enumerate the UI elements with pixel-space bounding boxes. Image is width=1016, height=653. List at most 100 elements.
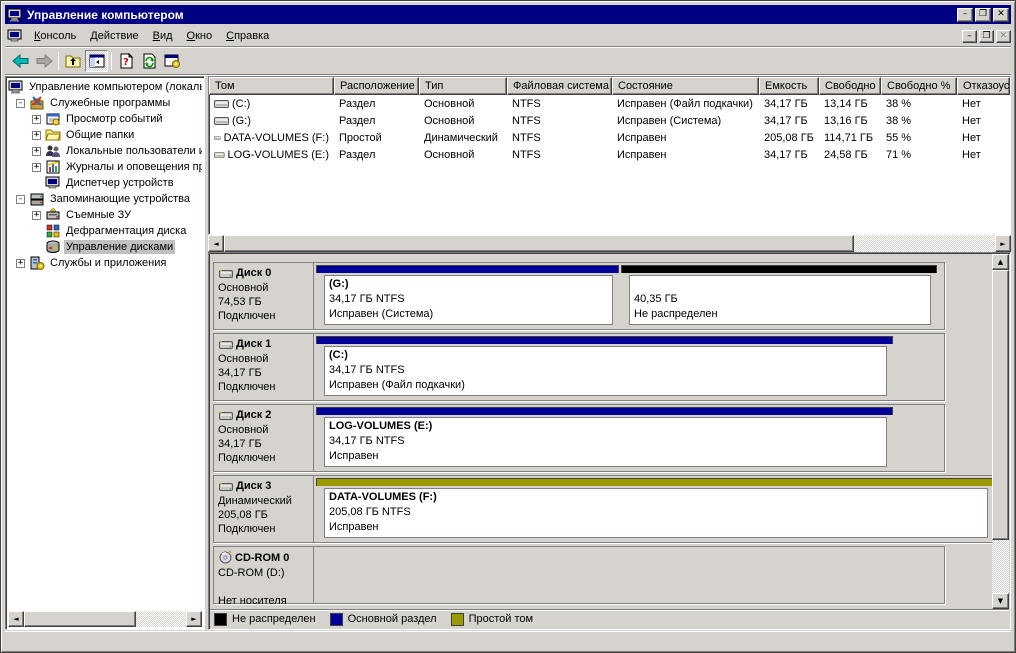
hard-disk-icon xyxy=(218,339,234,350)
tree-item-services-applications[interactable]: + Службы и приложения xyxy=(8,255,202,271)
window-properties-button[interactable] xyxy=(161,50,184,72)
partition-log-volumes[interactable]: LOG-VOLUMES (E:) 34,17 ГБ NTFS Исправен xyxy=(316,407,893,469)
disk-defragmenter-icon xyxy=(45,223,61,239)
collapse-icon[interactable]: - xyxy=(16,195,25,204)
cdrom-empty-area xyxy=(314,547,944,603)
cdrom-icon xyxy=(218,551,233,564)
scrollbar-thumb[interactable] xyxy=(24,611,136,627)
menu-console[interactable]: Консоль xyxy=(27,27,83,45)
tree-item-local-users-groups[interactable]: + Локальные пользователи и xyxy=(8,143,202,159)
tree-item-computer-management[interactable]: Управление компьютером (локаль xyxy=(8,79,202,95)
tree-horizontal-scrollbar[interactable]: ◄ ► xyxy=(8,611,202,627)
column-header-volume[interactable]: Том xyxy=(209,77,334,95)
column-header-free[interactable]: Свободно xyxy=(819,77,881,95)
scroll-left-icon[interactable]: ◄ xyxy=(8,611,24,627)
scroll-down-icon[interactable]: ▼ xyxy=(992,593,1009,609)
back-button[interactable] xyxy=(9,50,32,72)
expand-icon[interactable]: + xyxy=(32,211,41,220)
column-header-fault-tolerance[interactable]: Отказоуст xyxy=(957,77,1010,95)
tree-item-removable-storage[interactable]: + Съемные ЗУ xyxy=(8,207,202,223)
expand-icon[interactable]: + xyxy=(16,259,25,268)
tree-item-event-viewer[interactable]: + Просмотр событий xyxy=(8,111,202,127)
tree-item-shared-folders[interactable]: + Общие папки xyxy=(8,127,202,143)
child-minimize-button[interactable]: – xyxy=(962,30,977,43)
scrollbar-thumb[interactable] xyxy=(992,270,1009,540)
column-header-type[interactable]: Тип xyxy=(419,77,507,95)
scroll-left-icon[interactable]: ◄ xyxy=(208,235,224,252)
console-tree: Управление компьютером (локаль - Служебн… xyxy=(8,79,202,611)
menu-help[interactable]: Справка xyxy=(219,27,276,45)
volume-row-data-volumes[interactable]: DATA-VOLUMES (F:) Простой Динамический N… xyxy=(209,129,1010,146)
tree-item-storage[interactable]: - Запоминающие устройства xyxy=(8,191,202,207)
menu-bar: Консоль Действие Вид Окно Справка – ❐ ✕ xyxy=(5,26,1011,47)
column-header-capacity[interactable]: Емкость xyxy=(759,77,819,95)
show-hide-console-tree-button[interactable] xyxy=(85,50,108,72)
child-close-button[interactable]: ✕ xyxy=(996,30,1011,43)
volume-list: Том Расположение Тип Файловая система Со… xyxy=(208,76,1011,235)
up-one-level-button[interactable] xyxy=(62,50,85,72)
title-bar[interactable]: Управление компьютером – ❐ ✕ xyxy=(5,5,1011,24)
hard-disk-icon xyxy=(218,481,234,492)
close-button[interactable]: ✕ xyxy=(993,8,1009,22)
column-header-free-pct[interactable]: Свободно % xyxy=(881,77,957,95)
console-window-icon xyxy=(7,28,23,44)
scroll-up-icon[interactable]: ▲ xyxy=(992,254,1009,270)
unallocated-space[interactable]: 40,35 ГБ Не распределен xyxy=(621,265,937,327)
partition-g[interactable]: (G:) 34,17 ГБ NTFS Исправен (Система) xyxy=(316,265,619,327)
volume-icon xyxy=(214,149,225,161)
minimize-button[interactable]: – xyxy=(957,8,973,22)
event-viewer-icon xyxy=(45,111,61,127)
volume-row-c[interactable]: (C:) Раздел Основной NTFS Исправен (Файл… xyxy=(209,95,1010,112)
scrollbar-thumb[interactable] xyxy=(224,235,854,252)
expand-icon[interactable]: + xyxy=(32,115,41,124)
device-manager-icon xyxy=(45,175,61,191)
column-header-layout[interactable]: Расположение xyxy=(334,77,419,95)
expand-icon[interactable]: + xyxy=(32,131,41,140)
volume-list-header: Том Расположение Тип Файловая система Со… xyxy=(209,77,1010,95)
window-title: Управление компьютером xyxy=(27,8,955,22)
disk-view-vertical-scrollbar[interactable]: ▲ ▼ xyxy=(992,254,1009,609)
tree-item-device-manager[interactable]: Диспетчер устройств xyxy=(8,175,202,191)
help-topics-button[interactable]: ? xyxy=(115,50,138,72)
volume-icon xyxy=(214,132,221,144)
maximize-button[interactable]: ❐ xyxy=(975,8,991,22)
tree-item-performance-logs[interactable]: + Журналы и оповещения пр xyxy=(8,159,202,175)
forward-button[interactable] xyxy=(32,50,55,72)
collapse-icon[interactable]: - xyxy=(16,99,25,108)
disk-1-header[interactable]: Диск 1 Основной 34,17 ГБ Подключен xyxy=(214,334,314,400)
scroll-right-icon[interactable]: ► xyxy=(186,611,202,627)
partition-c[interactable]: (C:) 34,17 ГБ NTFS Исправен (Файл подкач… xyxy=(316,336,893,398)
disk-row-3: Диск 3 Динамический 205,08 ГБ Подключен … xyxy=(213,475,992,543)
column-header-status[interactable]: Состояние xyxy=(612,77,759,95)
disk-0-header[interactable]: Диск 0 Основной 74,53 ГБ Подключен xyxy=(214,263,314,329)
hard-disk-icon xyxy=(218,410,234,421)
app-icon xyxy=(7,7,23,23)
cdrom-row: CD-ROM 0 CD-ROM (D:) Нет носителя xyxy=(213,546,945,604)
volume-data-volumes[interactable]: DATA-VOLUMES (F:) 205,08 ГБ NTFS Исправе… xyxy=(316,478,992,540)
details-pane: Том Расположение Тип Файловая система Со… xyxy=(208,76,1011,630)
disk-management-icon xyxy=(45,239,61,255)
disk-2-header[interactable]: Диск 2 Основной 34,17 ГБ Подключен xyxy=(214,405,314,471)
tree-item-disk-management[interactable]: Управление дисками xyxy=(8,239,202,255)
volume-list-horizontal-scrollbar[interactable]: ◄ ► xyxy=(208,235,1011,252)
cdrom-0-header[interactable]: CD-ROM 0 CD-ROM (D:) Нет носителя xyxy=(214,547,314,603)
expand-icon[interactable]: + xyxy=(32,147,41,156)
computer-icon xyxy=(8,79,24,95)
disk-3-header[interactable]: Диск 3 Динамический 205,08 ГБ Подключен xyxy=(214,476,314,542)
column-header-filesystem[interactable]: Файловая система xyxy=(507,77,612,95)
volume-row-log-volumes[interactable]: LOG-VOLUMES (E:) Раздел Основной NTFS Ис… xyxy=(209,146,1010,163)
refresh-button[interactable] xyxy=(138,50,161,72)
menu-view[interactable]: Вид xyxy=(146,27,180,45)
partition-color-bar xyxy=(316,407,893,415)
scroll-right-icon[interactable]: ► xyxy=(995,235,1011,252)
child-restore-button[interactable]: ❐ xyxy=(979,30,994,43)
disk-graphical-view: Диск 0 Основной 74,53 ГБ Подключен (G:) … xyxy=(208,252,1011,630)
partition-color-bar xyxy=(621,265,937,273)
expand-icon[interactable]: + xyxy=(32,163,41,172)
menu-window[interactable]: Окно xyxy=(180,27,220,45)
menu-action[interactable]: Действие xyxy=(83,27,145,45)
volume-row-g[interactable]: (G:) Раздел Основной NTFS Исправен (Сист… xyxy=(209,112,1010,129)
tree-item-system-tools[interactable]: - Служебные программы xyxy=(8,95,202,111)
tree-item-disk-defragmenter[interactable]: Дефрагментация диска xyxy=(8,223,202,239)
disk-rows: Диск 0 Основной 74,53 ГБ Подключен (G:) … xyxy=(210,254,992,609)
